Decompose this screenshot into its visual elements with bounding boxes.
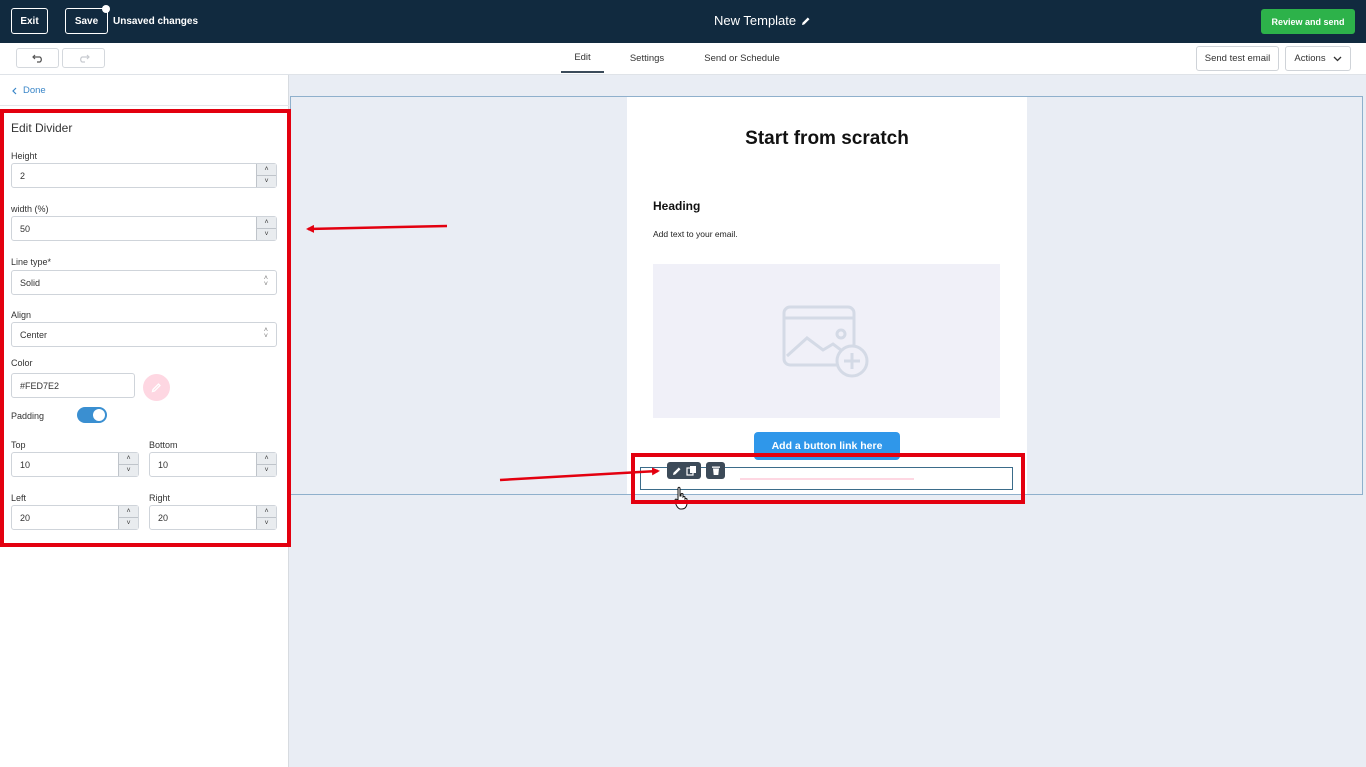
increment-icon[interactable]: ˄: [256, 506, 276, 518]
duplicate-icon[interactable]: [685, 465, 697, 476]
save-button[interactable]: Save: [65, 5, 110, 34]
exit-button[interactable]: Exit: [11, 8, 48, 34]
trash-icon: [711, 466, 720, 475]
top-bar: Exit Save Unsaved changes New Template R…: [0, 0, 1366, 43]
width-value: 50: [20, 223, 31, 234]
done-label: Done: [23, 85, 46, 96]
padding-label: Padding: [11, 411, 45, 421]
height-stepper[interactable]: ˄ ˅: [256, 164, 276, 187]
increment-icon[interactable]: ˄: [256, 164, 276, 176]
height-value: 2: [20, 170, 26, 181]
tab-send-or-schedule[interactable]: Send or Schedule: [692, 43, 792, 73]
panel-divider: [0, 105, 289, 106]
toggle-knob: [93, 409, 105, 421]
email-heading[interactable]: Heading: [653, 199, 700, 213]
unsaved-changes-text: Unsaved changes: [113, 16, 199, 27]
decrement-icon[interactable]: ˅: [256, 465, 276, 476]
decrement-icon[interactable]: ˅: [256, 229, 276, 240]
decrement-icon[interactable]: ˅: [256, 176, 276, 187]
email-body-text[interactable]: Add text to your email.: [653, 229, 738, 239]
color-value: #FED7E2: [20, 380, 60, 391]
width-label: width (%): [11, 204, 49, 214]
block-tools: [667, 462, 701, 479]
padding-bottom-value: 10: [158, 459, 169, 470]
align-label: Align: [11, 310, 32, 320]
padding-right-input[interactable]: 20 ˄ ˅: [149, 505, 277, 530]
image-placeholder[interactable]: [653, 264, 1000, 418]
select-arrows-icon: ˄ ˅: [263, 327, 268, 340]
select-arrows-icon: ˄ ˅: [263, 275, 268, 288]
eyedropper-icon: [151, 383, 161, 393]
template-title[interactable]: New Template: [714, 13, 811, 28]
hand-cursor-icon: [674, 486, 688, 510]
color-label: Color: [11, 358, 33, 368]
padding-bottom-stepper[interactable]: ˄ ˅: [256, 453, 276, 476]
padding-top-value: 10: [20, 459, 31, 470]
padding-bottom-label: Bottom: [149, 440, 178, 450]
undo-button[interactable]: [16, 48, 59, 68]
height-label: Height: [11, 151, 38, 161]
color-input[interactable]: #FED7E2: [11, 373, 135, 398]
line-type-label: Line type*: [11, 257, 52, 267]
padding-right-stepper[interactable]: ˄ ˅: [256, 506, 276, 529]
width-stepper[interactable]: ˄ ˅: [256, 217, 276, 240]
padding-top-input[interactable]: 10 ˄ ˅: [11, 452, 139, 477]
email-cta-button[interactable]: Add a button link here: [754, 432, 900, 460]
align-value: Center: [20, 329, 48, 340]
send-test-email-button[interactable]: Send test email: [1196, 46, 1279, 71]
edit-pencil-icon[interactable]: [672, 466, 682, 476]
padding-top-stepper[interactable]: ˄ ˅: [118, 453, 138, 476]
color-picker-swatch[interactable]: [143, 374, 170, 401]
save-button-label: Save: [74, 15, 99, 27]
redo-button[interactable]: [62, 48, 105, 68]
chevron-down-icon: [1333, 56, 1342, 61]
decrement-icon[interactable]: ˅: [118, 518, 138, 529]
increment-icon[interactable]: ˄: [118, 506, 138, 518]
line-type-value: Solid: [20, 277, 41, 288]
decrement-icon[interactable]: ˅: [256, 518, 276, 529]
padding-left-input[interactable]: 20 ˄ ˅: [11, 505, 139, 530]
delete-block-button[interactable]: [706, 462, 725, 479]
email-title[interactable]: Start from scratch: [627, 128, 1027, 150]
decrement-icon[interactable]: ˅: [118, 465, 138, 476]
chevron-left-icon: [12, 87, 17, 94]
done-link[interactable]: Done: [12, 85, 46, 96]
review-and-send-button[interactable]: Review and send: [1261, 9, 1355, 34]
divider-line: [740, 478, 914, 480]
edit-divider-panel: Done Edit Divider Height 2 ˄ ˅ width (%)…: [0, 75, 289, 767]
padding-top-label: Top: [11, 440, 26, 450]
tab-edit[interactable]: Edit: [561, 43, 604, 73]
template-title-text: New Template: [714, 13, 797, 28]
increment-icon[interactable]: ˄: [256, 453, 276, 465]
padding-left-label: Left: [11, 493, 27, 503]
width-input[interactable]: 50 ˄ ˅: [11, 216, 277, 241]
padding-left-value: 20: [20, 512, 31, 523]
height-input[interactable]: 2 ˄ ˅: [11, 163, 277, 188]
padding-right-value: 20: [158, 512, 169, 523]
actions-dropdown[interactable]: Actions: [1285, 46, 1351, 71]
padding-bottom-input[interactable]: 10 ˄ ˅: [149, 452, 277, 477]
tab-settings[interactable]: Settings: [621, 43, 673, 73]
add-image-icon: [782, 305, 869, 378]
undo-icon: [31, 54, 42, 63]
panel-title: Edit Divider: [11, 121, 73, 135]
email-body[interactable]: Start from scratch Heading Add text to y…: [627, 97, 1027, 494]
padding-right-label: Right: [149, 493, 171, 503]
increment-icon[interactable]: ˄: [256, 217, 276, 229]
actions-label: Actions: [1294, 53, 1326, 64]
line-type-select[interactable]: Solid ˄ ˅: [11, 270, 277, 295]
increment-icon[interactable]: ˄: [118, 453, 138, 465]
padding-left-stepper[interactable]: ˄ ˅: [118, 506, 138, 529]
editor-toolbar: Edit Settings Send or Schedule Send test…: [0, 43, 1366, 75]
padding-toggle[interactable]: [77, 407, 107, 423]
pencil-icon[interactable]: [801, 16, 811, 26]
align-select[interactable]: Center ˄ ˅: [11, 322, 277, 347]
unsaved-indicator-dot: [102, 5, 110, 13]
redo-icon: [79, 54, 90, 63]
